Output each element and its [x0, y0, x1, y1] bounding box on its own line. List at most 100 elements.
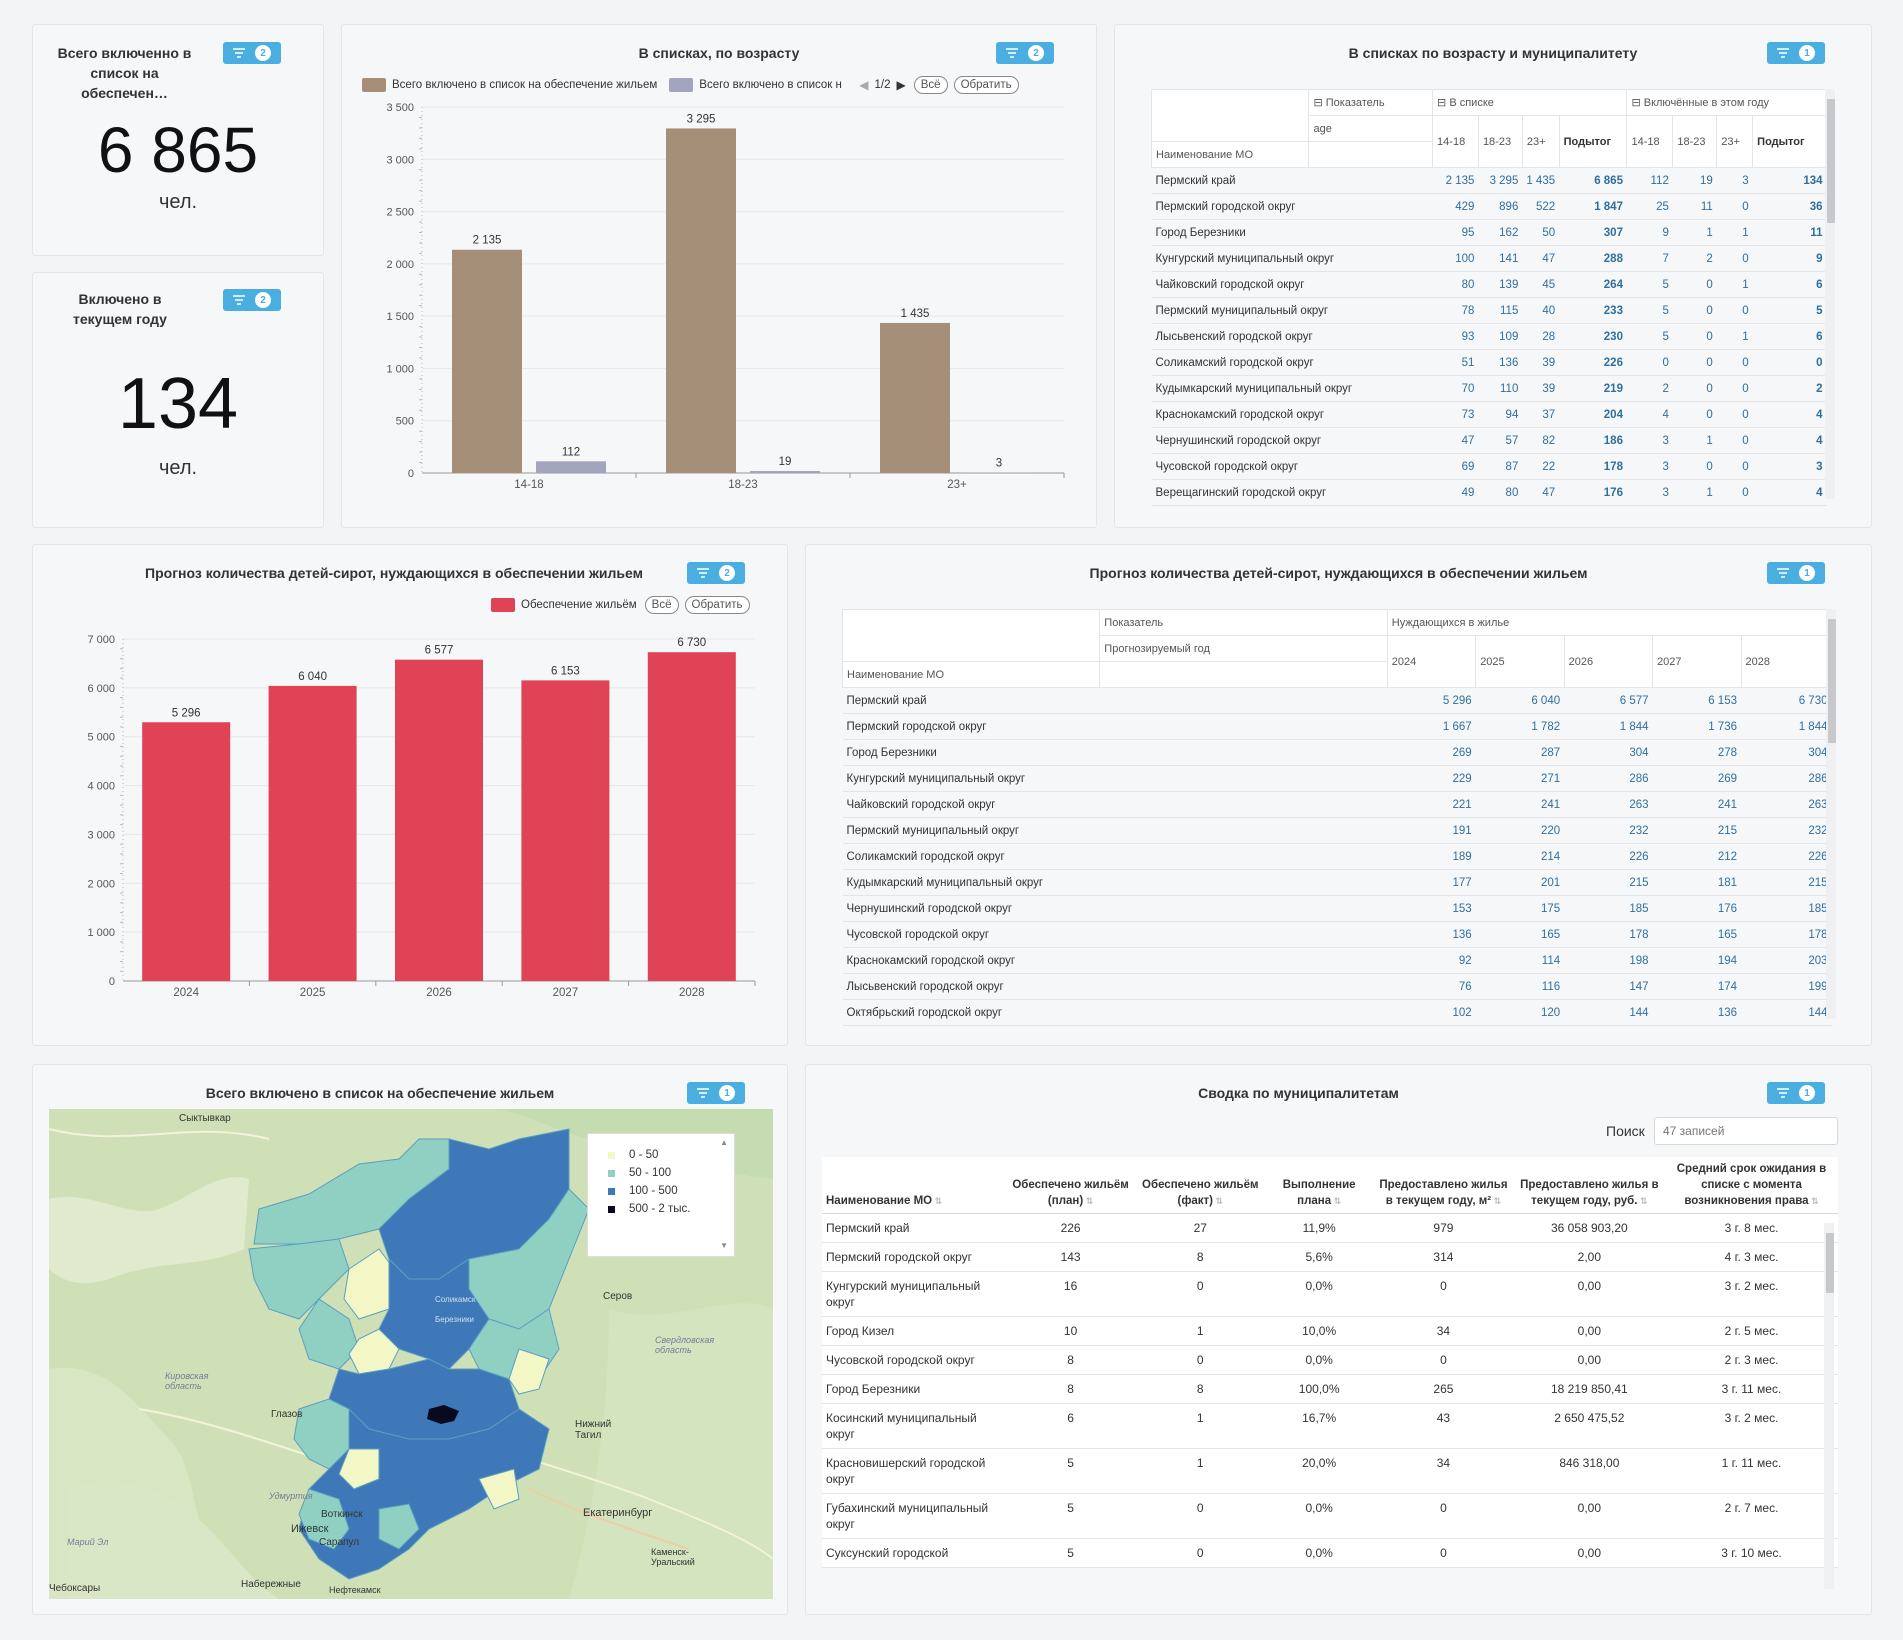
table-row[interactable]: Чусовской городской округ 8 0 0,0% 0 0,00 2 г.… — [822, 1345, 1838, 1375]
legend-invert-button[interactable]: Обратить — [953, 76, 1019, 94]
map-legend-item[interactable]: 500 - 2 тыс. — [608, 1200, 734, 1218]
summary-col-header[interactable]: Обеспечено жильём (план) ⇅ — [1005, 1157, 1136, 1214]
table-row[interactable]: Красновишерский городской округ 5 1 20,0% 34… — [822, 1448, 1838, 1494]
table-row[interactable]: Чайковский городской округ 221 241 263 241 26… — [842, 791, 1832, 818]
table-row[interactable]: Кунгурский муниципальный округ 100 141 47 28… — [1151, 245, 1827, 272]
sort-icon[interactable]: ⇅ — [1083, 1196, 1094, 1206]
pivot-col-header[interactable]: 2026 — [1563, 635, 1654, 688]
table-row[interactable]: Верещагинский городской округ 49 80 47 176 3 1… — [1151, 479, 1827, 506]
summary-col-header[interactable]: Обеспечено жильём (факт) ⇅ — [1135, 1157, 1266, 1214]
pivot-col-header[interactable]: 2025 — [1475, 635, 1565, 688]
table-row[interactable]: Октябрьский городской округ 102 120 144 136 1… — [842, 999, 1832, 1026]
pivot-mo-header[interactable]: Наименование МО — [1151, 141, 1310, 168]
pivot-need-header[interactable]: Нуждающихся в жилье — [1386, 609, 1832, 636]
legend-all-button[interactable]: Всё — [644, 596, 679, 614]
table-row[interactable]: Город Кизел 10 1 10,0% 34 0,00 2 г. 5 мес. — [822, 1316, 1838, 1346]
legend-all-button[interactable]: Всё — [913, 76, 948, 94]
sort-icon[interactable]: ⇅ — [1637, 1196, 1648, 1206]
pivot-col-header[interactable]: 2027 — [1652, 635, 1742, 688]
pivot-col-header[interactable]: 14-18 — [1432, 115, 1479, 168]
sort-icon[interactable]: ⇅ — [932, 1196, 943, 1206]
table-row[interactable]: Губахинский муниципальный округ 5 0 0,0% 0 0,… — [822, 1493, 1838, 1539]
pivot-age-scrollbar[interactable] — [1825, 89, 1835, 499]
table-row[interactable]: Пермский городской округ 429 896 522 1 847 25… — [1151, 193, 1827, 220]
table-row[interactable]: Краснокамский городской округ 92 114 198 194… — [842, 947, 1832, 974]
pivot-col-header[interactable]: 18-23 — [1477, 115, 1523, 168]
table-row[interactable]: Соликамский городской округ 51 136 39 226 0 0 0… — [1151, 349, 1827, 376]
table-row[interactable]: Пермский край 2 135 3 295 1 435 6 865 112 19 3 1… — [1151, 167, 1827, 194]
table-row[interactable]: Город Березники 269 287 304 278 304 — [842, 739, 1832, 766]
pivot-age-table-wrap[interactable]: ⊟ Показатель ⊟ В списке ⊟ Включённые в э… — [1151, 89, 1827, 521]
table-row[interactable]: Кудымкарский муниципальный округ 177 201 21… — [842, 869, 1832, 896]
choropleth-map[interactable]: Сыктывкар Серов Свердловская область Кир… — [49, 1109, 773, 1599]
pivot-forecast-scrollbar[interactable] — [1826, 609, 1836, 1019]
pivot-col-header[interactable]: 2024 — [1386, 635, 1477, 688]
pivot-age-filter-button[interactable]: 1 — [1767, 42, 1825, 64]
table-row[interactable]: Чусовской городской округ 69 87 22 178 3 0 0 3 — [1151, 453, 1827, 480]
summary-col-header[interactable]: Наименование МО ⇅ — [822, 1157, 1006, 1214]
sort-icon[interactable]: ⇅ — [1331, 1196, 1342, 1206]
sort-icon[interactable]: ⇅ — [1491, 1196, 1502, 1206]
pivot-col-header[interactable]: Подытог — [1752, 115, 1827, 168]
map-legend-item[interactable]: 100 - 500 — [608, 1182, 734, 1200]
table-row[interactable]: Кудымкарский муниципальный округ 70 110 39 2… — [1151, 375, 1827, 402]
table-row[interactable]: Пермский муниципальный округ 191 220 232 215… — [842, 817, 1832, 844]
summary-scrollbar[interactable] — [1824, 1223, 1834, 1589]
pivot-in-list-header[interactable]: ⊟ В списке — [1432, 89, 1628, 116]
map-legend-item[interactable]: 50 - 100 — [608, 1164, 734, 1182]
table-row[interactable]: Город Березники 8 8 100,0% 265 18 219 850,41 3… — [822, 1374, 1838, 1404]
forecast-chart-filter-button[interactable]: 2 — [687, 562, 745, 584]
table-row[interactable]: Чайковский городской округ 80 139 45 264 5 0 1 6 — [1151, 271, 1827, 298]
table-row[interactable]: Чернушинский городской округ 47 57 82 186 3 1 0… — [1151, 427, 1827, 454]
table-row[interactable]: Пермский городской округ 1 667 1 782 1 844 1… — [842, 713, 1832, 740]
summary-filter-button[interactable]: 1 — [1767, 1082, 1825, 1104]
pivot-indicator-header[interactable]: Показатель — [1099, 609, 1388, 636]
table-row[interactable]: Чернушинский городской округ 153 175 185 176… — [842, 895, 1832, 922]
pivot-forecast-filter-button[interactable]: 1 — [1767, 562, 1825, 584]
map-filter-button[interactable]: 1 — [687, 1082, 745, 1104]
legend-scroll-down-icon[interactable]: ▼ — [720, 1241, 728, 1250]
legend-item-housing[interactable]: Обеспечение жильём — [521, 599, 637, 611]
table-row[interactable]: Кунгурский муниципальный округ 229 271 286 2… — [842, 765, 1832, 792]
table-row[interactable]: Соликамский городской округ 189 214 226 212 2… — [842, 843, 1832, 870]
pivot-col-header[interactable]: 23+ — [1521, 115, 1560, 168]
table-row[interactable]: Краснокамский городской округ 73 94 37 204 4 0… — [1151, 401, 1827, 428]
sort-icon[interactable]: ⇅ — [1809, 1196, 1819, 1206]
summary-table-wrap[interactable]: Наименование МО ⇅ Обеспечено жильём (план… — [822, 1157, 1850, 1591]
table-row[interactable]: Пермский край 5 296 6 040 6 577 6 153 6 730 — [842, 687, 1832, 714]
pivot-col-header[interactable]: 23+ — [1716, 115, 1754, 168]
age-chart-filter-button[interactable]: 2 — [996, 42, 1054, 64]
legend-prev-icon[interactable]: ◀ — [859, 78, 868, 92]
summary-col-header[interactable]: Предоставлено жилья в текущем году, м² ⇅ — [1373, 1157, 1514, 1214]
table-row[interactable]: Город Березники 95 162 50 307 9 1 1 11 — [1151, 219, 1827, 246]
legend-item-current[interactable]: Всего включено в список н — [699, 79, 849, 91]
pivot-col-header[interactable]: 2028 — [1740, 635, 1832, 688]
pivot-col-header[interactable]: Подытог — [1558, 115, 1628, 168]
summary-col-header[interactable]: Предоставлено жилья в текущем году, руб.… — [1513, 1157, 1665, 1214]
pivot-mo-header[interactable]: Наименование МО — [842, 661, 1101, 688]
summary-col-header[interactable]: Средний срок ожидания в списке с момента… — [1665, 1157, 1838, 1214]
legend-scroll-up-icon[interactable]: ▲ — [720, 1138, 728, 1147]
table-row[interactable]: Косинский муниципальный округ 6 1 16,7% 43 2 … — [822, 1403, 1838, 1449]
table-row[interactable]: Чусовской городской округ 136 165 178 165 178 — [842, 921, 1832, 948]
table-row[interactable]: Пермский городской округ 143 8 5,6% 314 2,00 4… — [822, 1242, 1838, 1272]
pivot-col-header[interactable]: 18-23 — [1672, 115, 1718, 168]
legend-next-icon[interactable]: ▶ — [897, 78, 906, 92]
table-row[interactable]: Кунгурский муниципальный округ 16 0 0,0% 0 0,… — [822, 1271, 1838, 1317]
sort-icon[interactable]: ⇅ — [1213, 1196, 1224, 1206]
kpi-total-filter-button[interactable]: 2 — [223, 42, 281, 64]
pivot-col-header[interactable]: 14-18 — [1626, 115, 1674, 168]
pivot-forecast-table-wrap[interactable]: Показатель Нуждающихся в жилье Прогнозир… — [842, 609, 1832, 1039]
pivot-indicator-header[interactable]: ⊟ Показатель — [1308, 89, 1434, 116]
legend-item-total[interactable]: Всего включено в список на обеспечение ж… — [392, 79, 657, 91]
table-row[interactable]: Лысьвенский городской округ 93 109 28 230 5 0 1… — [1151, 323, 1827, 350]
kpi-current-year-filter-button[interactable]: 2 — [223, 289, 281, 311]
table-row[interactable]: Пермский край 226 27 11,9% 979 36 058 903,20 3… — [822, 1213, 1838, 1243]
table-row[interactable]: Лысьвенский городской округ 76 116 147 174 19… — [842, 973, 1832, 1000]
summary-col-header[interactable]: Выполнение плана ⇅ — [1265, 1157, 1374, 1214]
table-row[interactable]: Суксунский городской 5 0 0,0% 0 0,00 3 г. 10 м… — [822, 1538, 1838, 1568]
pivot-included-header[interactable]: ⊟ Включённые в этом году — [1626, 89, 1827, 116]
search-input[interactable] — [1654, 1117, 1838, 1145]
table-row[interactable]: Пермский муниципальный округ 78 115 40 233 5 0… — [1151, 297, 1827, 324]
map-legend-item[interactable]: 0 - 50 — [608, 1146, 734, 1164]
